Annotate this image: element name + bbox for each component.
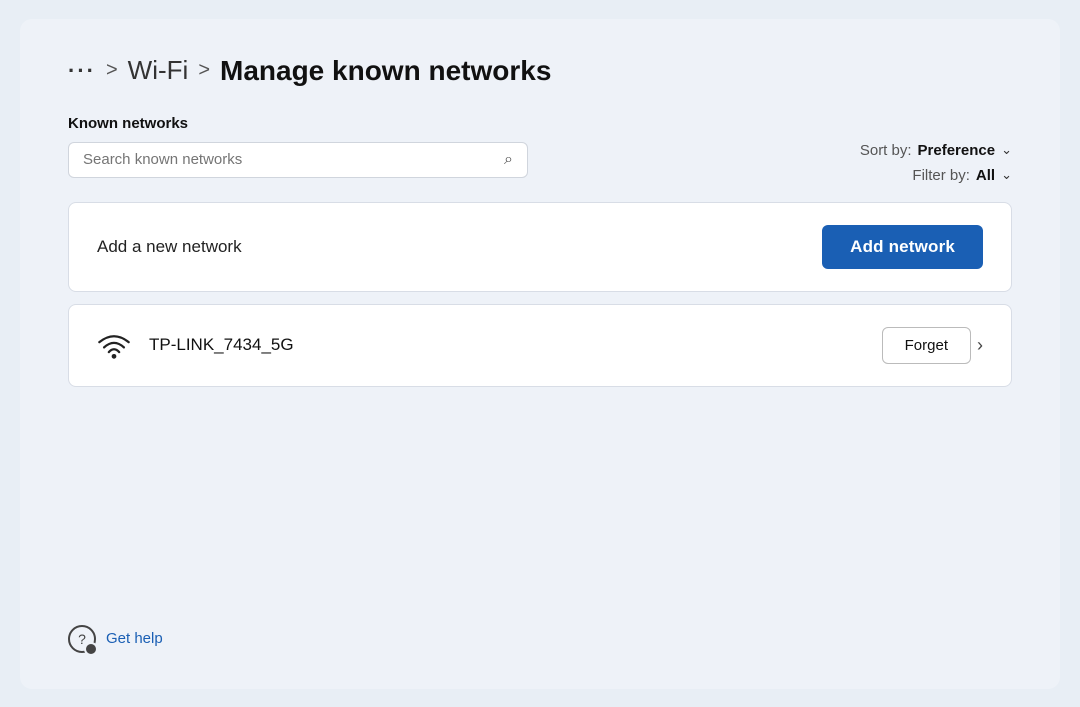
get-help-link[interactable]: Get help (106, 630, 163, 647)
sort-chevron-icon: ⌄ (1001, 142, 1012, 158)
breadcrumb: ··· > Wi-Fi > Manage known networks (68, 55, 1012, 87)
known-networks-label: Known networks (68, 115, 1012, 132)
add-network-card: Add a new network Add network (68, 202, 1012, 292)
network-item-card: TP-LINK_7434_5G Forget › (68, 304, 1012, 387)
sort-value: Preference (918, 142, 996, 159)
filter-dropdown[interactable]: Filter by: All ⌄ (912, 167, 1012, 184)
page-title: Manage known networks (220, 55, 551, 87)
network-actions: Forget › (882, 327, 983, 364)
breadcrumb-sep2: > (198, 59, 210, 82)
controls-row: ⌕ Sort by: Preference ⌄ Filter by: All ⌄ (68, 142, 1012, 184)
sort-filter-col: Sort by: Preference ⌄ Filter by: All ⌄ (860, 142, 1012, 184)
filter-chevron-icon: ⌄ (1001, 167, 1012, 183)
forget-button[interactable]: Forget (882, 327, 971, 364)
breadcrumb-dots: ··· (68, 58, 96, 84)
breadcrumb-sep1: > (106, 59, 118, 82)
sort-label: Sort by: (860, 142, 912, 159)
help-icon: ? (68, 625, 96, 653)
footer: ? Get help (68, 605, 1012, 653)
wifi-icon (97, 331, 131, 359)
sort-dropdown[interactable]: Sort by: Preference ⌄ (860, 142, 1012, 159)
network-row: TP-LINK_7434_5G (97, 331, 882, 359)
search-box[interactable]: ⌕ (68, 142, 528, 178)
add-network-button[interactable]: Add network (822, 225, 983, 269)
search-icon: ⌕ (504, 151, 513, 169)
search-input[interactable] (83, 151, 494, 168)
breadcrumb-wifi[interactable]: Wi-Fi (128, 55, 189, 86)
filter-value: All (976, 167, 995, 184)
add-network-label: Add a new network (97, 237, 242, 257)
filter-label: Filter by: (912, 167, 970, 184)
network-chevron-right-icon[interactable]: › (977, 335, 983, 356)
network-name: TP-LINK_7434_5G (149, 335, 294, 355)
main-container: ··· > Wi-Fi > Manage known networks Know… (20, 19, 1060, 689)
